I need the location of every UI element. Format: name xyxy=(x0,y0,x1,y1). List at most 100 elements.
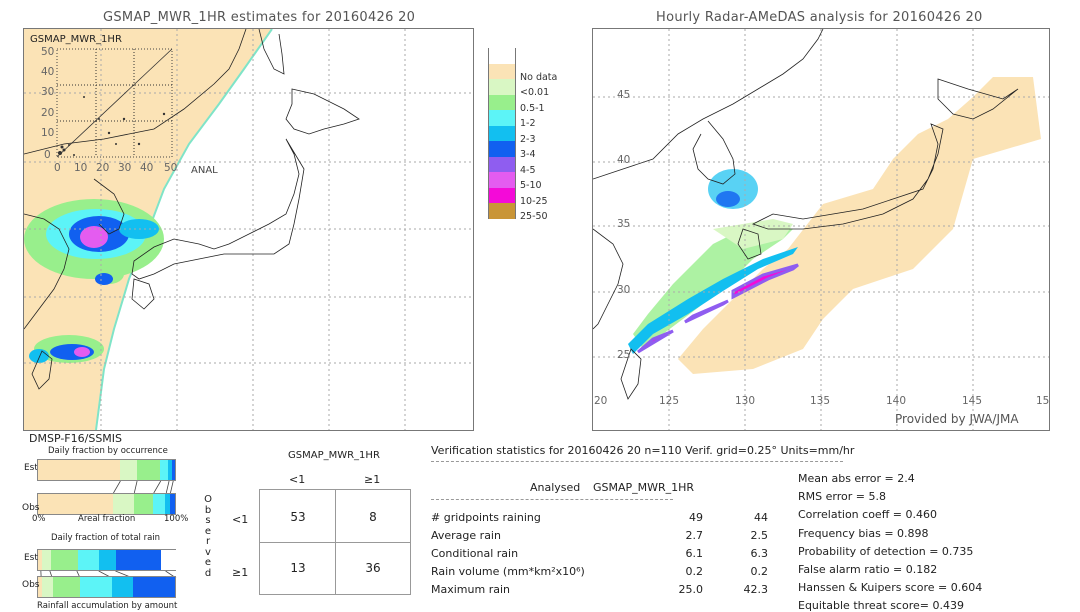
legend-swatch xyxy=(488,203,516,219)
rain-blob xyxy=(74,347,90,357)
legend-swatch xyxy=(488,141,516,157)
right-map-canvas xyxy=(593,29,1049,430)
radar-rain-blob xyxy=(716,191,740,207)
legend-swatch xyxy=(488,156,516,173)
total-rain-title: Daily fraction of total rain xyxy=(51,533,161,543)
score-line: Hanssen & Kuipers score = 0.604 xyxy=(798,581,983,595)
bar-connector xyxy=(153,481,162,493)
stat-analysed-value: 25.0 xyxy=(678,583,704,596)
lon-tick: 145 xyxy=(962,395,983,407)
bar-segment xyxy=(169,494,175,514)
sensor-label: DMSP-F16/SSMIS xyxy=(29,432,123,445)
inset-y-tick: 30 xyxy=(41,86,55,98)
observed-letter: d xyxy=(204,567,212,579)
inset-x-tick: 40 xyxy=(140,162,154,174)
stat-analysed-value: 6.1 xyxy=(685,547,704,560)
stat-model-value: 2.5 xyxy=(750,529,769,542)
score-line: Frequency bias = 0.898 xyxy=(798,526,929,540)
contingency-cell: 8 xyxy=(369,510,377,524)
bar-connector xyxy=(133,481,138,493)
bar-connector xyxy=(113,481,121,493)
stat-analysed-value: 0.2 xyxy=(685,565,704,578)
stat-label: Maximum rain xyxy=(431,583,510,596)
legend-item: 0.5-1 xyxy=(488,94,578,114)
bar-segment xyxy=(42,577,54,597)
contingency-col-header: <1 xyxy=(289,473,306,486)
lon-tick: 130 xyxy=(735,395,756,407)
legend-item: <0.01 xyxy=(488,79,578,98)
legend-item: 3-4 xyxy=(488,141,578,160)
coastline-kyushu xyxy=(131,278,155,310)
inset-x-tick: 0 xyxy=(54,162,61,174)
score-line: Mean abs error = 2.4 xyxy=(798,472,915,485)
observed-letter: O xyxy=(204,494,212,505)
inset-y-tick: 0 xyxy=(44,149,51,161)
legend-swatch xyxy=(488,94,516,111)
coastline-china xyxy=(593,228,624,330)
observed-letter: r xyxy=(205,536,211,547)
stat-label: Conditional rain xyxy=(431,547,519,560)
inset-y-tick: 40 xyxy=(41,66,55,78)
observed-letter: e xyxy=(204,557,212,568)
contingency-col-header: ≥1 xyxy=(364,473,381,486)
column-analysed: Analysed xyxy=(530,481,581,494)
legend-item: 10-25 xyxy=(488,187,578,207)
legend-swatch xyxy=(488,187,516,204)
inset-x-tick: 10 xyxy=(74,162,88,174)
lat-tick: 35 xyxy=(617,218,631,230)
bar-segment xyxy=(136,460,160,480)
lat-tick: 30 xyxy=(617,284,631,296)
color-legend: No data <0.01 0.5-1 1-2 2-3 3-4 4-5 5-10 10-25 25… xyxy=(488,48,578,222)
occurrence-title: Daily fraction by occurrence xyxy=(48,446,168,456)
rain-blob xyxy=(95,273,113,285)
stat-label: Average rain xyxy=(431,529,501,542)
stat-label: # gridpoints raining xyxy=(431,511,541,524)
occurrence-est-bar xyxy=(37,459,176,481)
coastline-hokkaido xyxy=(285,88,360,135)
legend-swatch xyxy=(488,79,516,95)
column-model: GSMAP_MWR_1HR xyxy=(593,481,695,494)
bar-connector xyxy=(170,481,174,493)
bar-segment xyxy=(115,550,161,570)
occurrence-x-right: 100% xyxy=(164,514,189,524)
score-line: RMS error = 5.8 xyxy=(798,490,886,504)
verification-header: Verification statistics for 20160426 20 … xyxy=(431,444,855,457)
score-line: False alarm ratio = 0.182 xyxy=(798,563,938,576)
bar-segment xyxy=(80,577,112,597)
lon-tick: 125 xyxy=(659,395,680,407)
inset-label: GSMAP_MWR_1HR xyxy=(30,34,122,45)
rain-blob xyxy=(29,349,49,363)
lat-tick: 25 xyxy=(617,349,631,361)
total-rain-caption: Rainfall accumulation by amount xyxy=(37,601,178,611)
bar-segment xyxy=(153,494,166,514)
bar-segment xyxy=(38,494,114,514)
stat-model-value: 42.3 xyxy=(743,583,769,596)
right-map: 45 40 35 30 25 20 125 130 135 140 145 15… xyxy=(592,28,1050,431)
lon-tick: 15 xyxy=(1036,395,1050,407)
lat-tick: 40 xyxy=(617,154,631,166)
stat-label: Rain volume (mm*km²x10⁶) xyxy=(431,565,585,578)
legend-swatch xyxy=(488,110,516,126)
occurrence-connectors xyxy=(113,481,174,493)
legend-label: 25-50 xyxy=(520,211,548,222)
inset-x-tick: 50 xyxy=(164,162,178,174)
occurrence-est-label: Est xyxy=(24,463,38,473)
legend-item: 5-10 xyxy=(488,172,578,191)
total-rain-est-label: Est xyxy=(24,553,38,563)
legend-item: 4-5 xyxy=(488,156,578,176)
data-credit: Provided by JWA/JMA xyxy=(895,412,1019,426)
occurrence-x-left: 0% xyxy=(32,514,46,524)
left-map-title: GSMAP_MWR_1HR estimates for 20160426 20 xyxy=(103,10,416,25)
bar-segment xyxy=(120,460,137,480)
legend-swatch xyxy=(488,63,516,80)
contingency-table: 53 8 13 36 xyxy=(259,489,411,595)
bar-segment xyxy=(132,577,175,597)
bar-segment xyxy=(38,460,121,480)
legend-item: 1-2 xyxy=(488,110,578,129)
lon-tick: 140 xyxy=(886,395,907,407)
bar-segment xyxy=(41,550,51,570)
bar-segment xyxy=(159,460,169,480)
total-rain-obs-label: Obs xyxy=(22,580,40,590)
bar-segment xyxy=(133,494,154,514)
inset-y-tick: 10 xyxy=(41,127,55,139)
